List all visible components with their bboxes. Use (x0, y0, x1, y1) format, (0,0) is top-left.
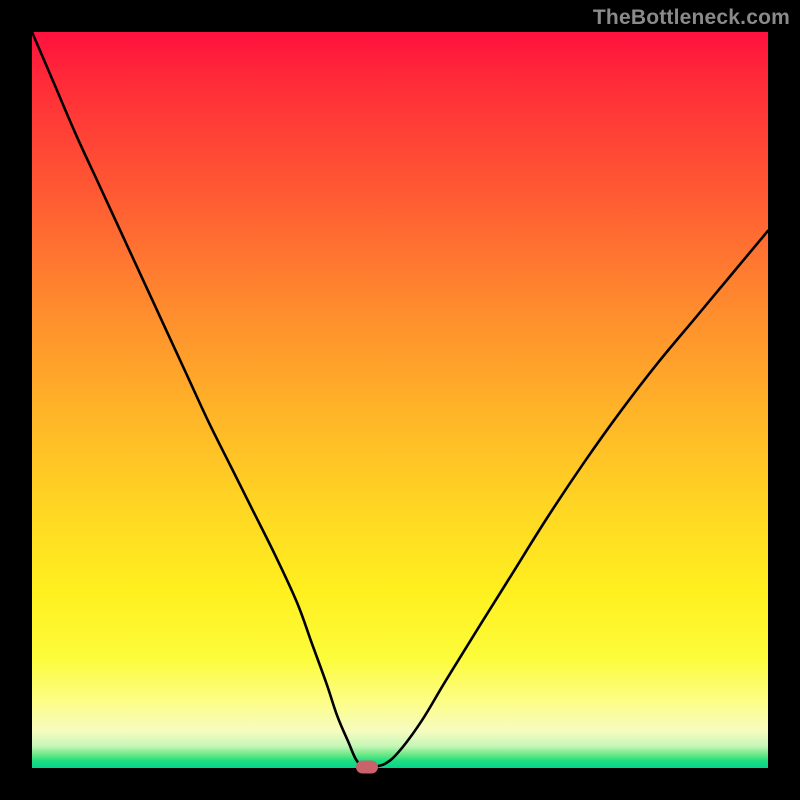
plot-area (32, 32, 768, 768)
chart-frame: TheBottleneck.com (0, 0, 800, 800)
bottleneck-curve (32, 32, 768, 768)
optimum-marker (356, 761, 378, 774)
watermark-text: TheBottleneck.com (593, 6, 790, 30)
